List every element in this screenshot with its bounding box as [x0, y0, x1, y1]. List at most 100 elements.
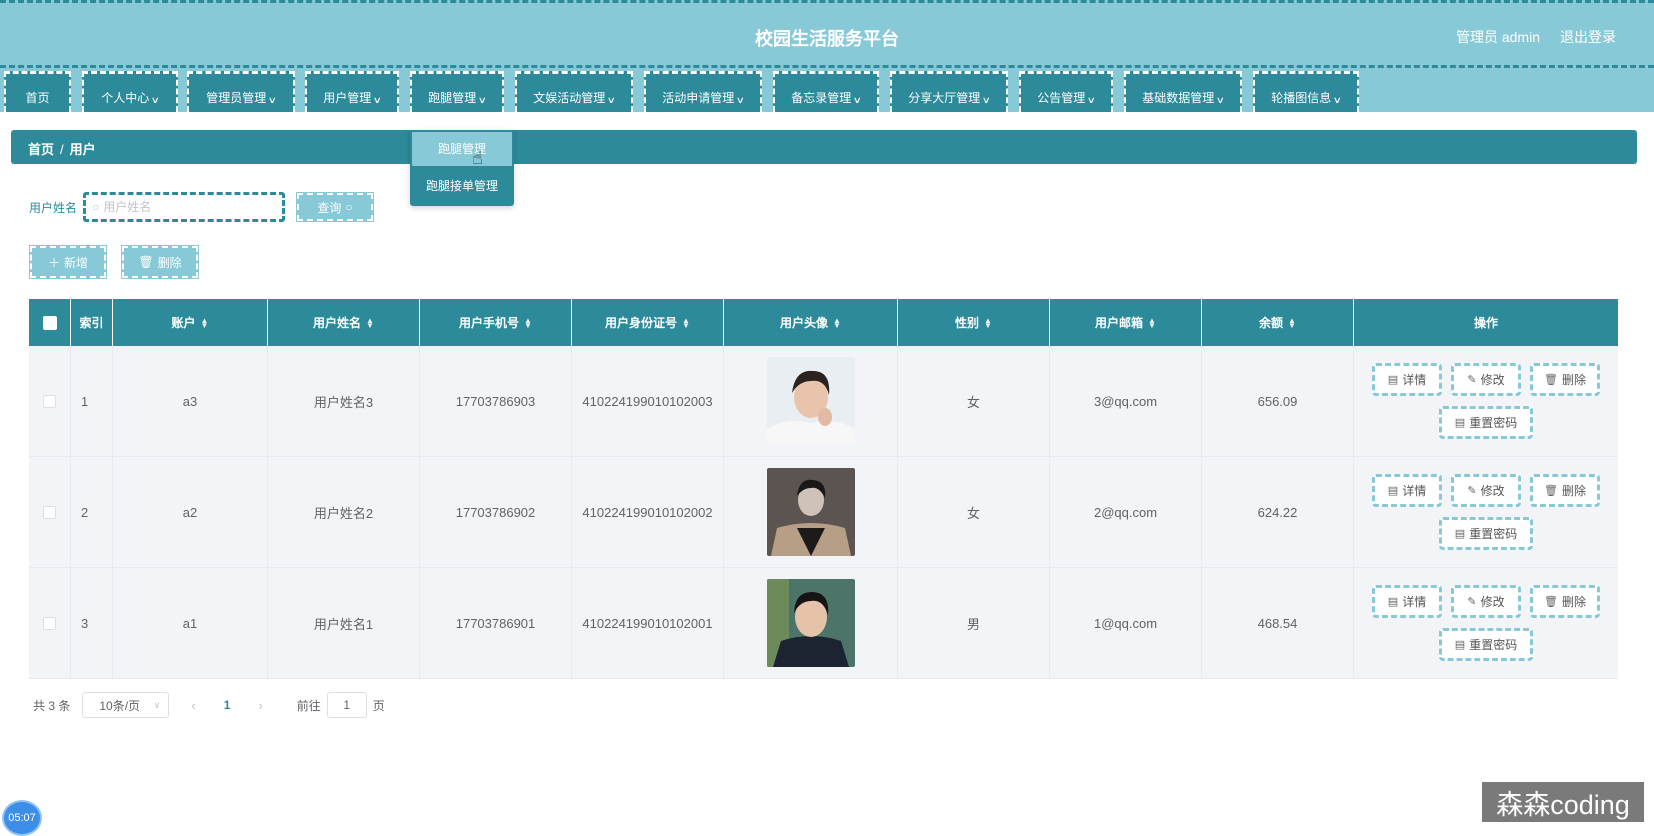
cell-name: 用户姓名3	[268, 346, 420, 456]
col-id-card[interactable]: 用户身份证号 ▲ ▼	[572, 299, 724, 346]
nav-label: 活动申请管理	[662, 91, 735, 105]
reset-password-button[interactable]: ▤ 重置密码	[1439, 517, 1533, 550]
row-delete-button[interactable]: 🗑 删除	[1530, 363, 1600, 396]
delete-button-label: 删除	[157, 255, 182, 270]
sort-icon[interactable]: ▲ ▼	[1288, 316, 1296, 329]
breadcrumb-home[interactable]: 首页	[28, 142, 54, 157]
nav-home[interactable]: 首页	[4, 71, 71, 112]
sort-icon[interactable]: ▲ ▼	[833, 316, 841, 329]
sort-icon[interactable]: ▲ ▼	[201, 316, 209, 329]
edit-button[interactable]: ✎ 修改	[1451, 363, 1521, 396]
reset-password-button[interactable]: ▤ 重置密码	[1439, 406, 1533, 439]
col-name[interactable]: 用户姓名 ▲ ▼	[268, 299, 420, 346]
nav-label: 轮播图信息	[1271, 91, 1332, 105]
cell-phone: 17703786901	[420, 568, 572, 678]
col-label: 操作	[1473, 316, 1498, 330]
col-phone[interactable]: 用户手机号 ▲ ▼	[420, 299, 572, 346]
page-size-value: 10条/页	[99, 698, 141, 713]
current-page[interactable]: 1	[224, 698, 231, 712]
nav-carousel-info[interactable]: 轮播图信息 ∨	[1253, 71, 1359, 112]
row-delete-button[interactable]: 🗑 删除	[1530, 474, 1600, 507]
delete-label: 删除	[1561, 484, 1586, 498]
edit-label: 修改	[1480, 595, 1505, 609]
admin-user-label[interactable]: 管理员 admin	[1456, 27, 1540, 47]
chevron-down-icon: ∨	[150, 95, 161, 105]
row-checkbox[interactable]	[43, 394, 56, 408]
edit-button[interactable]: ✎ 修改	[1451, 474, 1521, 507]
reset-password-button[interactable]: ▤ 重置密码	[1439, 628, 1533, 661]
row-delete-button[interactable]: 🗑 删除	[1530, 585, 1600, 618]
avatar-photo-3[interactable]	[766, 579, 855, 667]
dropdown-item-errand-order-manage[interactable]: 跑腿接单管理	[410, 168, 514, 204]
plus-icon: ＋	[47, 255, 60, 270]
table-row: 3 a1 用户姓名1 17703786901 41022419901010200…	[29, 568, 1618, 679]
avatar-photo-2[interactable]	[766, 468, 855, 556]
reset-password-label: 重置密码	[1469, 638, 1518, 652]
document-icon: ▤	[1387, 374, 1399, 386]
detail-button[interactable]: ▤ 详情	[1372, 363, 1442, 396]
sort-icon[interactable]: ▲ ▼	[984, 316, 992, 329]
nav-entertainment-manage[interactable]: 文娱活动管理 ∨	[515, 71, 633, 112]
chevron-down-icon: ∨	[1086, 95, 1097, 105]
cell-index: 1	[71, 346, 113, 456]
cell-avatar	[724, 568, 898, 678]
document-icon: ▤	[1387, 596, 1399, 608]
nav-activity-apply-manage[interactable]: 活动申请管理 ∨	[644, 71, 762, 112]
add-button[interactable]: ＋ 新增	[29, 245, 107, 279]
detail-button[interactable]: ▤ 详情	[1372, 585, 1442, 618]
sort-icon[interactable]: ▲ ▼	[682, 316, 690, 329]
delete-button[interactable]: 🗑 删除	[121, 245, 199, 279]
cell-actions: ▤ 详情 ✎ 修改 🗑 删除 ▤ 重置密码	[1354, 457, 1618, 567]
logout-link[interactable]: 退出登录	[1560, 27, 1616, 47]
query-button[interactable]: 查询 ○	[296, 192, 375, 222]
query-button-label: 查询	[317, 200, 342, 215]
select-all-checkbox[interactable]	[42, 315, 57, 330]
table-row: 1 a3 用户姓名3 17703786903 41022419901010200…	[29, 346, 1618, 457]
pencil-icon: ✎	[1467, 485, 1477, 497]
nav-label: 个人中心	[101, 91, 150, 105]
col-gender[interactable]: 性别 ▲ ▼	[898, 299, 1050, 346]
cell-email: 2@qq.com	[1050, 457, 1202, 567]
sort-icon[interactable]: ▲ ▼	[1148, 316, 1156, 329]
page-size-select[interactable]: 10条/页 ∨	[82, 692, 170, 718]
nav-admin-manage[interactable]: 管理员管理 ∨	[187, 71, 295, 112]
hand-cursor-icon: ☝	[472, 148, 483, 168]
col-label: 用户邮箱	[1095, 316, 1144, 330]
nav-label: 文娱活动管理	[533, 91, 606, 105]
search-field: ○	[83, 192, 286, 222]
edit-button[interactable]: ✎ 修改	[1451, 585, 1521, 618]
row-actions: ▤ 详情 ✎ 修改 🗑 删除 ▤ 重置密码	[1371, 363, 1601, 439]
row-checkbox[interactable]	[43, 616, 56, 630]
row-checkbox[interactable]	[43, 505, 56, 519]
sort-icon[interactable]: ▲ ▼	[524, 316, 532, 329]
nav-memo-manage[interactable]: 备忘录管理 ∨	[773, 71, 879, 112]
dropdown-item-errand-manage[interactable]: 跑腿管理	[412, 132, 512, 166]
search-icon: ○	[92, 200, 100, 214]
nav-base-data-manage[interactable]: 基础数据管理 ∨	[1124, 71, 1242, 112]
goto-page-input[interactable]	[326, 692, 367, 718]
nav-label: 管理员管理	[206, 91, 267, 105]
col-avatar[interactable]: 用户头像 ▲ ▼	[724, 299, 898, 346]
next-page-button[interactable]: ›	[258, 698, 262, 713]
col-email[interactable]: 用户邮箱 ▲ ▼	[1050, 299, 1202, 346]
goto-suffix: 页	[372, 698, 385, 713]
col-actions: 操作	[1354, 299, 1618, 346]
search-bar: 用户姓名 ○ 查询 ○	[29, 192, 375, 222]
row-actions: ▤ 详情 ✎ 修改 🗑 删除 ▤ 重置密码	[1371, 474, 1601, 550]
col-balance[interactable]: 余额 ▲ ▼	[1202, 299, 1354, 346]
avatar-photo-1[interactable]	[766, 357, 855, 445]
prev-page-button[interactable]: ‹	[191, 698, 195, 713]
search-input[interactable]	[103, 200, 274, 214]
trash-icon: 🗑	[1544, 374, 1558, 386]
nav-errand-manage[interactable]: 跑腿管理 ∨	[410, 71, 504, 112]
sort-icon[interactable]: ▲ ▼	[366, 316, 374, 329]
detail-button[interactable]: ▤ 详情	[1372, 474, 1442, 507]
cell-balance: 624.22	[1202, 457, 1354, 567]
nav-notice-manage[interactable]: 公告管理 ∨	[1019, 71, 1113, 112]
nav-share-hall-manage[interactable]: 分享大厅管理 ∨	[890, 71, 1008, 112]
main-nav: 首页 个人中心 ∨ 管理员管理 ∨ 用户管理 ∨ 跑腿管理 ∨ 文娱活动管理 ∨ 活动申请…	[0, 68, 1654, 112]
trash-icon: 🗑	[1544, 485, 1558, 497]
col-account[interactable]: 账户 ▲ ▼	[113, 299, 268, 346]
nav-user-manage[interactable]: 用户管理 ∨	[305, 71, 399, 112]
nav-personal-center[interactable]: 个人中心 ∨	[82, 71, 178, 112]
